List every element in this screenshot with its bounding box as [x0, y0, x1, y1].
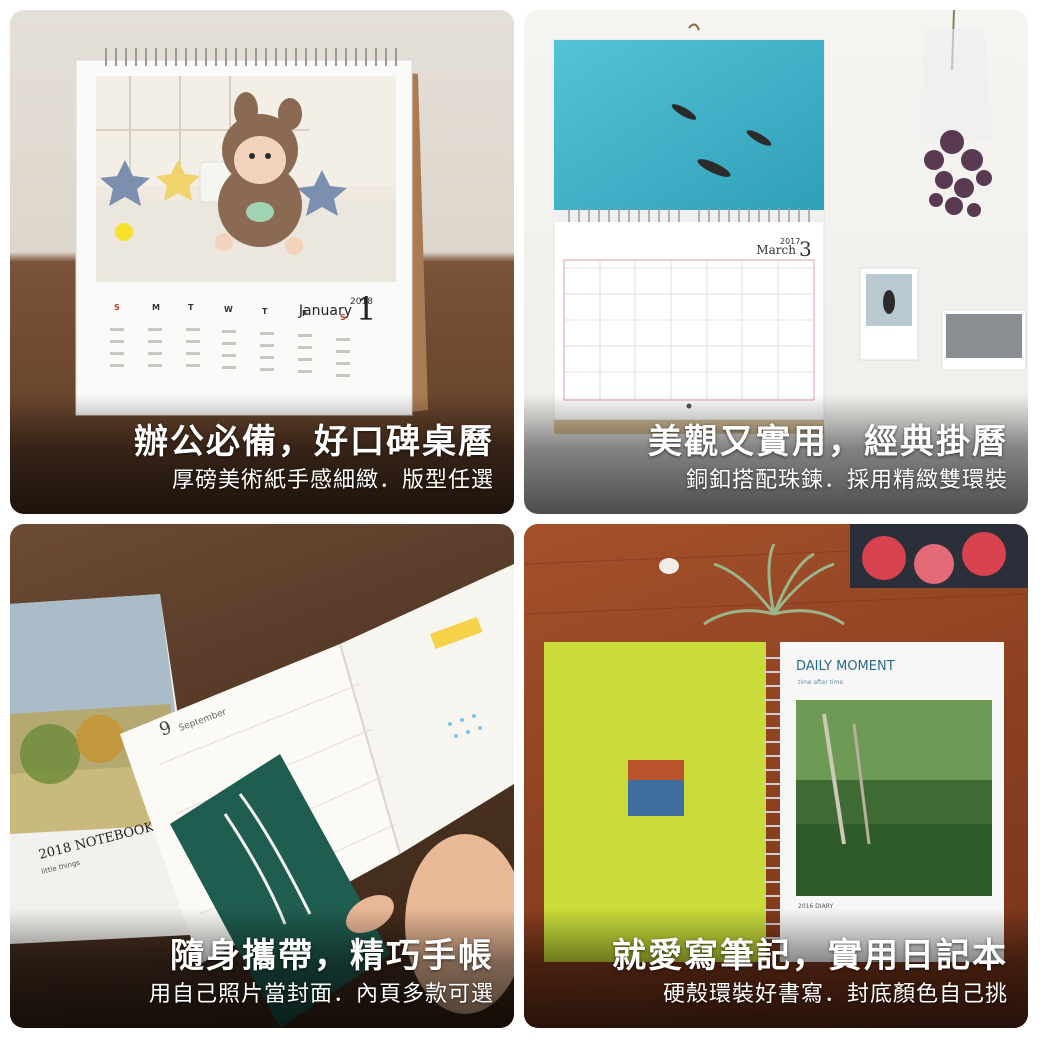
caption: 辦公必備，好口碑桌曆 厚磅美術紙手感細緻．版型任選: [134, 420, 494, 498]
desk-calendar-day: 1: [356, 290, 376, 328]
diary-title: DAILY MOMENT: [796, 659, 895, 674]
wall-calendar-day: 3: [799, 237, 812, 261]
caption: 隨身攜帶，精巧手帳 用自己照片當封面．內頁多款可選: [149, 934, 494, 1012]
weekday-initial: T: [188, 303, 194, 312]
panel-wall-calendar: 2017 March 3 美觀又實用，經典掛曆 銅釦搭配珠鍊．採用精緻雙環裝: [524, 10, 1028, 514]
panel-headline: 就愛寫筆記，實用日記本: [612, 936, 1008, 976]
caption: 美觀又實用，經典掛曆 銅釦搭配珠鍊．採用精緻雙環裝: [648, 420, 1008, 498]
weekday-initial: T: [262, 307, 268, 316]
caption: 就愛寫筆記，實用日記本 硬殼環裝好書寫．封底顏色自己挑: [612, 934, 1008, 1012]
panel-diary-notebook: DAILY MOMENT time after time 2016 DIARY …: [524, 524, 1028, 1028]
panel-headline: 隨身攜帶，精巧手帳: [170, 936, 494, 976]
panel-headline: 辦公必備，好口碑桌曆: [134, 422, 494, 462]
weekday-initial: M: [152, 303, 160, 312]
panel-subline: 硬殼環裝好書寫．封底顏色自己挑: [662, 982, 1008, 1007]
weekday-initial: S: [340, 313, 346, 322]
panel-desk-calendar: 2018 January 1 S M T W T F S 辦公必備，好口碑桌曆 …: [10, 10, 514, 514]
wall-calendar-month: March: [756, 243, 796, 257]
panel-subline: 銅釦搭配珠鍊．採用精緻雙環裝: [685, 468, 1008, 493]
panel-subline: 用自己照片當封面．內頁多款可選: [148, 982, 494, 1007]
panel-subline: 厚磅美術紙手感細緻．版型任選: [171, 468, 494, 493]
weekday-initial: S: [114, 303, 120, 312]
diary-tagline: time after time: [798, 679, 843, 686]
weekday-initial: W: [224, 305, 233, 314]
panel-pocket-planner: 2018 NOTEBOOK little things 9 September …: [10, 524, 514, 1028]
panel-headline: 美觀又實用，經典掛曆: [648, 422, 1008, 462]
weekday-initial: F: [302, 309, 307, 318]
